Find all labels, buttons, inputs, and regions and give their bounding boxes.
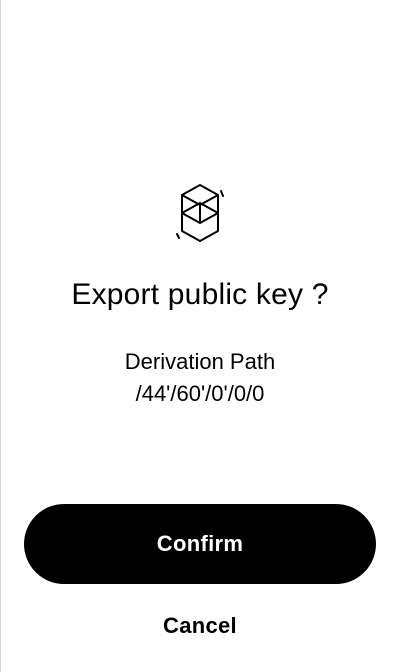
confirm-button[interactable]: Confirm [24,504,376,584]
page-title: Export public key ? [71,278,329,311]
cancel-button[interactable]: Cancel [120,608,280,644]
derivation-path-value: /44'/60'/0'/0/0 [135,381,265,406]
derivation-path-label: Derivation Path [124,349,276,374]
fantom-cube-icon [176,182,224,244]
left-edge-divider [0,0,1,672]
